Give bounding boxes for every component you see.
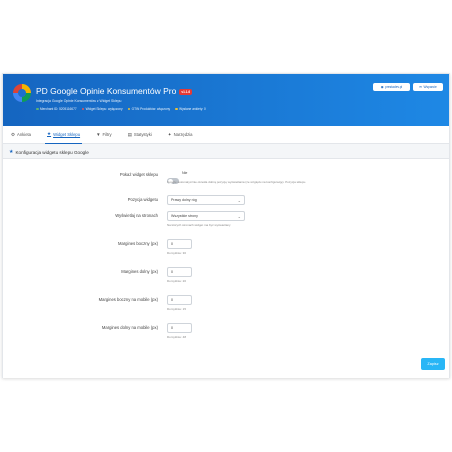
- module-header: PD Google Opinie Konsumentów Pro v1.1.6 I…: [3, 74, 449, 126]
- tab-ankieta-label: Ankieta: [17, 132, 32, 137]
- gears-icon: ⚙: [11, 131, 16, 137]
- module-title: PD Google Opinie Konsumentów Pro v1.1.6: [36, 86, 193, 96]
- module-subtitle: Integracja Google Opinie Konsumentów z W…: [36, 99, 122, 103]
- module-config-panel: PD Google Opinie Konsumentów Pro v1.1.6 I…: [2, 73, 450, 378]
- tab-narzedzia-label: Narzędzia: [173, 132, 193, 137]
- support-button-label: Wsparcie: [423, 85, 437, 89]
- status-merchant-label: Merchant ID: 5205116677: [40, 107, 77, 111]
- tab-statystyki-label: Statystyki: [133, 132, 152, 137]
- bar-chart-icon: ▤: [127, 131, 132, 137]
- status-gtin-label: GTIN Produktów: włączony: [131, 107, 171, 111]
- widget-config-form: Pokaż widget sklepu Nie Google automatyc…: [3, 158, 449, 378]
- show-widget-hint: Google automatycznie określa dobrą pozyc…: [167, 180, 307, 184]
- margin-bottom-mobile-input[interactable]: 0: [167, 323, 192, 333]
- show-widget-value: Nie: [182, 171, 188, 175]
- status-dot-icon: [36, 107, 39, 111]
- margin-bottom-input[interactable]: 0: [167, 267, 192, 277]
- margin-bottom-mobile-hint: Domyślnie: 48: [167, 335, 187, 339]
- margin-bottom-label: Margines dolny (px): [121, 269, 158, 274]
- margin-side-mobile-input[interactable]: 0: [167, 295, 192, 305]
- status-merchant-id: Merchant ID: 5205116677: [36, 107, 77, 111]
- margin-side-hint: Domyślnie: 30: [167, 251, 187, 255]
- status-dot-icon: [175, 107, 178, 111]
- status-surveys-label: Wysłane ankiety: 0: [179, 107, 206, 111]
- margin-side-mobile-hint: Domyślnie: 15: [167, 307, 187, 311]
- tab-narzedzia[interactable]: ✦ Narzędzia: [166, 126, 195, 144]
- envelope-icon: ✉: [419, 85, 422, 89]
- module-tabs: ⚙ Ankieta ★ Widget Sklepu ▼ Filtry ▤ Sta…: [3, 126, 449, 144]
- tab-statystyki[interactable]: ▤ Statystyki: [126, 126, 154, 144]
- status-widget-label: Widget Sklepu: wyłączony: [85, 107, 123, 111]
- star-icon: ★: [9, 149, 14, 155]
- star-icon: ★: [47, 131, 52, 136]
- save-button[interactable]: Zapisz: [421, 358, 445, 370]
- status-widget: Widget Sklepu: wyłączony: [81, 107, 123, 111]
- show-widget-label: Pokaż widget sklepu: [119, 172, 158, 177]
- position-select[interactable]: Prawy dolny róg ⌄: [167, 195, 245, 205]
- pages-select[interactable]: Wszystkie strony ⌄: [167, 211, 245, 221]
- chevron-down-icon: ⌄: [237, 197, 241, 203]
- position-select-value: Prawy dolny róg: [171, 198, 197, 202]
- tab-widget-sklepu[interactable]: ★ Widget Sklepu: [45, 126, 83, 144]
- status-dot-icon: [81, 107, 85, 111]
- module-title-text: PD Google Opinie Konsumentów Pro: [36, 86, 177, 96]
- status-line: Merchant ID: 5205116677 Widget Sklepu: w…: [36, 107, 206, 111]
- margin-side-input[interactable]: 0: [167, 239, 192, 249]
- margin-side-mobile-label: Margines boczny na mobile (px): [98, 297, 158, 302]
- pages-label: Wyświetlaj na stronach: [115, 213, 158, 218]
- prestadev-link-label: prestadev.pl: [385, 85, 403, 89]
- margin-side-label: Margines boczny (px): [117, 241, 158, 246]
- tab-widget-sklepu-label: Widget Sklepu: [53, 131, 81, 137]
- tab-ankieta[interactable]: ⚙ Ankieta: [9, 126, 33, 144]
- support-button[interactable]: ✉ Wsparcie: [413, 83, 443, 91]
- google-logo-icon: [13, 84, 31, 102]
- margin-bottom-hint: Domyślnie: 20: [167, 279, 187, 283]
- section-title-text: Konfiguracja widgetu sklepu Google: [15, 149, 89, 155]
- status-gtin: GTIN Produktów: włączony: [127, 107, 171, 111]
- status-dot-icon: [127, 107, 131, 111]
- chevron-down-icon: ⌄: [237, 213, 241, 219]
- filter-icon: ▼: [96, 132, 101, 137]
- version-badge: v1.1.6: [179, 88, 193, 95]
- prestadev-link-button[interactable]: ◉ prestadev.pl: [373, 83, 410, 91]
- pages-select-value: Wszystkie strony: [171, 214, 198, 218]
- globe-icon: ◉: [380, 85, 384, 89]
- wrench-icon: ✦: [167, 131, 172, 137]
- pages-hint: Na których stronach widget ma być wyświe…: [167, 223, 231, 227]
- section-title: ★ Konfiguracja widgetu sklepu Google: [9, 149, 89, 155]
- status-surveys: Wysłane ankiety: 0: [175, 107, 206, 111]
- tab-filtry[interactable]: ▼ Filtry: [94, 126, 114, 144]
- tab-filtry-label: Filtry: [102, 132, 112, 137]
- margin-bottom-mobile-label: Margines dolny na mobile (px): [101, 325, 158, 330]
- position-label: Pozycja widgetu: [127, 197, 158, 202]
